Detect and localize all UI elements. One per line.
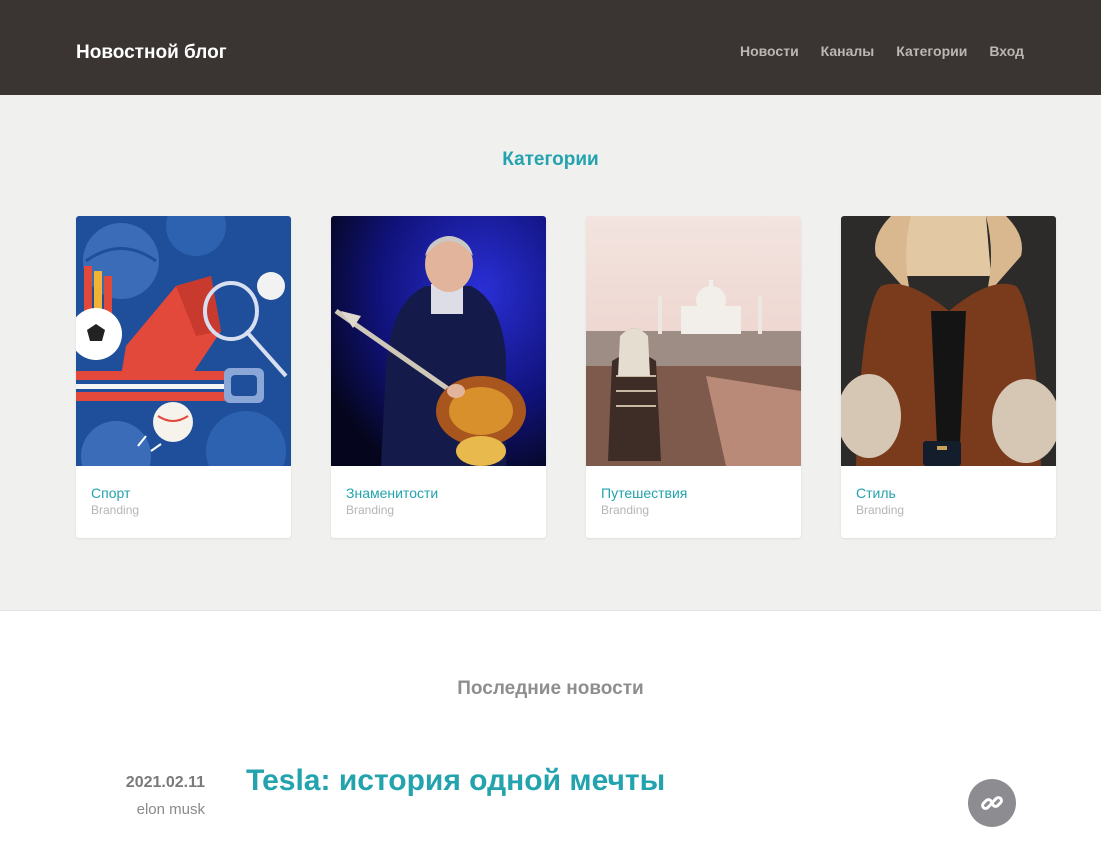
sports-image — [76, 216, 291, 466]
nav-login[interactable]: Вход — [989, 43, 1024, 59]
post-link-button[interactable] — [968, 779, 1016, 827]
category-label[interactable]: Стиль — [856, 485, 896, 501]
post-author[interactable]: elon musk — [137, 801, 205, 818]
link-icon — [981, 796, 1003, 810]
categories-section: Категории Спорт Branding Знаменитости Br… — [0, 95, 1101, 611]
category-card-travel[interactable]: Путешествия Branding — [586, 216, 801, 538]
main-nav: Новости Каналы Категории Вход — [740, 43, 1024, 59]
categories-heading: Категории — [502, 149, 599, 170]
category-sublabel: Branding — [91, 503, 140, 517]
category-label[interactable]: Путешествия — [601, 485, 687, 501]
category-sublabel: Branding — [601, 503, 650, 517]
post-title-strong: Tesla: — [246, 764, 331, 797]
nav-categories[interactable]: Категории — [896, 43, 967, 59]
nav-news[interactable]: Новости — [740, 43, 799, 59]
category-sublabel: Branding — [856, 503, 905, 517]
category-card-sport[interactable]: Спорт Branding — [76, 216, 291, 538]
celebrity-image — [331, 216, 546, 466]
category-card-style[interactable]: Стиль Branding — [841, 216, 1056, 538]
top-navbar: Новостной блог Новости Каналы Категории … — [0, 0, 1101, 95]
travel-image — [586, 216, 801, 466]
latest-news-heading: Последние новости — [457, 678, 644, 699]
post-title-rest: история одной мечты — [330, 764, 666, 797]
category-label[interactable]: Знаменитости — [346, 485, 438, 501]
style-image — [841, 216, 1056, 466]
post-date: 2021.02.11 — [125, 774, 205, 791]
category-label[interactable]: Спорт — [91, 485, 130, 501]
category-card-celebrities[interactable]: Знаменитости Branding — [331, 216, 546, 538]
nav-channels[interactable]: Каналы — [821, 43, 875, 59]
post-title[interactable]: Tesla: история одной мечты — [246, 764, 665, 798]
brand-logo[interactable]: Новостной блог — [76, 42, 227, 64]
category-sublabel: Branding — [346, 503, 395, 517]
